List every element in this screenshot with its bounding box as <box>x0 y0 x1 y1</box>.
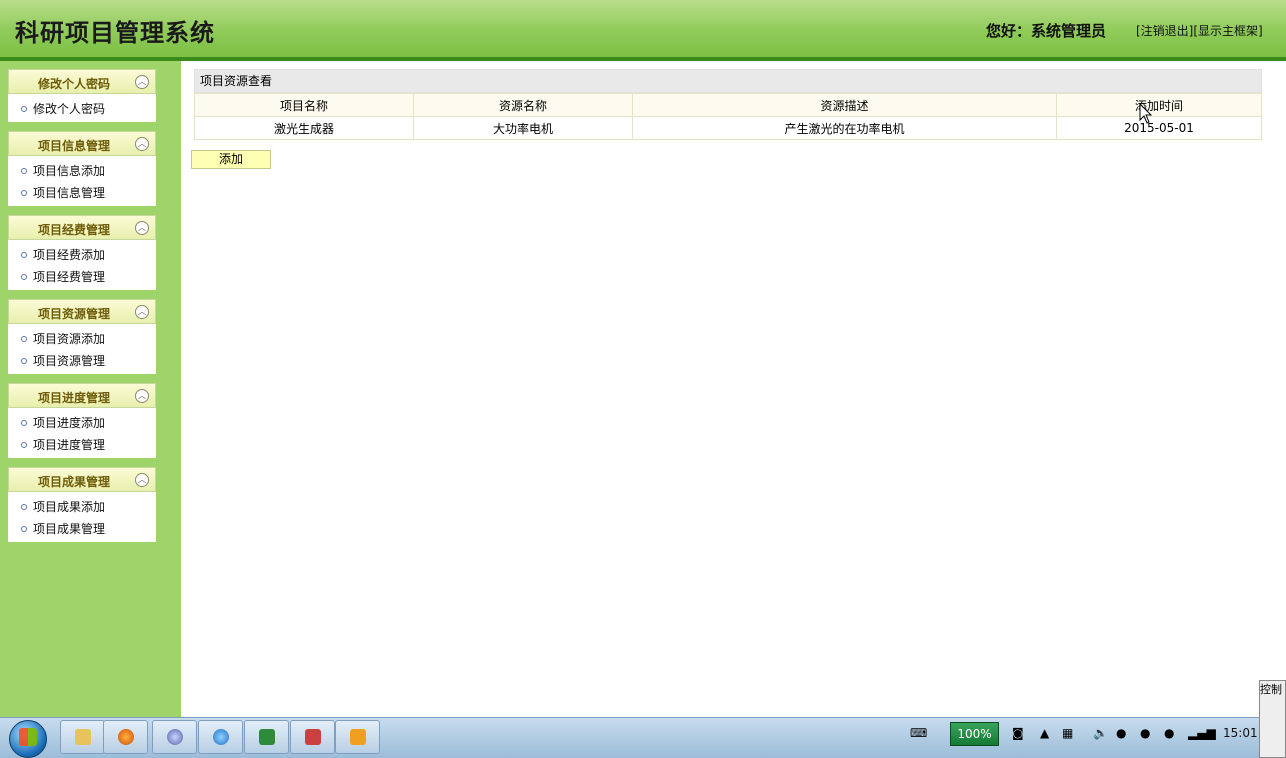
window-icon <box>350 729 366 745</box>
qq-icon[interactable]: ● <box>1116 726 1126 740</box>
collapse-icon[interactable]: ︿ <box>135 473 149 487</box>
start-button[interactable] <box>9 720 47 758</box>
control-popup[interactable]: 控制 <box>1259 680 1286 758</box>
qq-icon[interactable]: ● <box>1164 726 1174 740</box>
taskbar-ie[interactable] <box>198 720 243 754</box>
sidebar-item-funding-manage[interactable]: 项目经费管理 <box>8 266 156 288</box>
qq-icon[interactable]: ● <box>1140 726 1150 740</box>
bullet-icon <box>21 335 27 342</box>
panel-header[interactable]: 项目成果管理 ︿ <box>8 467 156 492</box>
taskbar-window[interactable] <box>335 720 380 754</box>
user-greeting: 您好：系统管理员 <box>986 22 1107 40</box>
panel-title: 修改个人密码 <box>37 77 110 91</box>
panel-title: 项目资源管理 <box>37 307 110 321</box>
table-cell: 大功率电机 <box>413 116 633 140</box>
battery-indicator[interactable]: 100% <box>950 722 999 746</box>
panel-header[interactable]: 修改个人密码 ︿ <box>8 69 156 94</box>
keyboard-icon[interactable]: ⌨ <box>910 726 927 740</box>
bullet-icon <box>21 273 27 280</box>
panel-title: 项目进度管理 <box>37 391 110 405</box>
collapse-icon[interactable]: ︿ <box>135 221 149 235</box>
app-title: 科研项目管理系统 <box>15 18 215 47</box>
sidebar-item-progress-manage[interactable]: 项目进度管理 <box>8 434 156 456</box>
panel-password: 修改个人密码 ︿ 修改个人密码 <box>8 69 156 122</box>
sidebar-item-change-password[interactable]: 修改个人密码 <box>8 98 156 120</box>
bullet-icon <box>21 441 27 448</box>
column-header: 资源描述 <box>632 93 1057 117</box>
main-content: 项目资源查看 项目名称 资源名称 资源描述 添加时间 激光生成器 大功率电机 产… <box>181 61 1286 717</box>
column-header: 项目名称 <box>194 93 414 117</box>
volume-icon[interactable]: 🔈 <box>1093 726 1108 740</box>
popup-label: 控制 <box>1260 683 1282 696</box>
header: 科研项目管理系统 您好：系统管理员 [注销退出][显示主框架] <box>0 0 1286 61</box>
bullet-icon <box>21 251 27 258</box>
ie-icon <box>213 729 229 745</box>
collapse-icon[interactable]: ︿ <box>135 305 149 319</box>
logout-link[interactable]: [注销退出] <box>1136 24 1193 38</box>
header-links: [注销退出][显示主框架] <box>1136 22 1263 39</box>
taskbar-app[interactable] <box>152 720 197 754</box>
bullet-icon <box>21 503 27 510</box>
resource-table: 项目名称 资源名称 资源描述 添加时间 激光生成器 大功率电机 产生激光的在功率… <box>194 93 1262 140</box>
sidebar-item-result-manage[interactable]: 项目成果管理 <box>8 518 156 540</box>
collapse-icon[interactable]: ︿ <box>135 389 149 403</box>
bullet-icon <box>21 419 27 426</box>
table-header-row: 项目名称 资源名称 资源描述 添加时间 <box>194 93 1262 117</box>
toolbox-icon <box>305 729 321 745</box>
panel-header[interactable]: 项目资源管理 ︿ <box>8 299 156 324</box>
bullet-icon <box>21 357 27 364</box>
sidebar-item-result-add[interactable]: 项目成果添加 <box>8 496 156 518</box>
panel-progress: 项目进度管理 ︿ 项目进度添加 项目进度管理 <box>8 383 156 458</box>
sidebar-item-project-manage[interactable]: 项目信息管理 <box>8 182 156 204</box>
resource-table-panel: 项目资源查看 项目名称 资源名称 资源描述 添加时间 激光生成器 大功率电机 产… <box>194 69 1262 140</box>
table-cell: 激光生成器 <box>194 116 414 140</box>
clock[interactable]: 15:01 <box>1223 726 1258 740</box>
bullet-icon <box>21 189 27 196</box>
sidebar-item-progress-add[interactable]: 项目进度添加 <box>8 412 156 434</box>
bullet-icon <box>21 105 27 112</box>
panel-project-info: 项目信息管理 ︿ 项目信息添加 项目信息管理 <box>8 131 156 206</box>
panel-funding: 项目经费管理 ︿ 项目经费添加 项目经费管理 <box>8 215 156 290</box>
sidebar: 修改个人密码 ︿ 修改个人密码 项目信息管理 ︿ 项目信息添加 项目信息管理 项… <box>0 61 181 717</box>
table-row: 激光生成器 大功率电机 产生激光的在功率电机 2015-05-01 <box>194 116 1262 140</box>
app-icon <box>167 729 183 745</box>
panel-title: 项目信息管理 <box>37 139 110 153</box>
sidebar-item-funding-add[interactable]: 项目经费添加 <box>8 244 156 266</box>
table-cell: 产生激光的在功率电机 <box>632 116 1057 140</box>
mouse-cursor-icon <box>1139 102 1153 124</box>
sidebar-item-resource-add[interactable]: 项目资源添加 <box>8 328 156 350</box>
collapse-icon[interactable]: ︿ <box>135 137 149 151</box>
panel-results: 项目成果管理 ︿ 项目成果添加 项目成果管理 <box>8 467 156 542</box>
sidebar-item-resource-manage[interactable]: 项目资源管理 <box>8 350 156 372</box>
panel-resources: 项目资源管理 ︿ 项目资源添加 项目资源管理 <box>8 299 156 374</box>
power-icon[interactable]: ◙ <box>1012 726 1024 740</box>
show-hidden-icons[interactable]: ▲ <box>1040 726 1049 740</box>
bullet-icon <box>21 525 27 532</box>
column-header: 资源名称 <box>413 93 633 117</box>
windows-logo-icon <box>19 728 37 746</box>
panel-title: 项目经费管理 <box>37 223 110 237</box>
taskbar-explorer[interactable] <box>60 720 105 754</box>
panel-header[interactable]: 项目经费管理 ︿ <box>8 215 156 240</box>
bullet-icon <box>21 167 27 174</box>
signal-icon[interactable]: ▂▄▆ <box>1188 726 1216 740</box>
taskbar-toolbox[interactable] <box>290 720 335 754</box>
panel-header[interactable]: 项目进度管理 ︿ <box>8 383 156 408</box>
panel-title: 项目成果管理 <box>37 475 110 489</box>
show-frame-link[interactable]: [显示主框架] <box>1193 24 1262 38</box>
panel-header[interactable]: 项目信息管理 ︿ <box>8 131 156 156</box>
add-button[interactable]: 添加 <box>191 150 271 169</box>
table-cell: 2015-05-01 <box>1056 116 1262 140</box>
collapse-icon[interactable]: ︿ <box>135 75 149 89</box>
table-title: 项目资源查看 <box>194 69 1262 93</box>
network-app-icon[interactable]: ▦ <box>1062 726 1073 740</box>
folder-icon <box>75 729 91 745</box>
taskbar-firefox[interactable] <box>103 720 148 754</box>
firefox-icon <box>118 729 134 745</box>
taskbar: ⌨ 100% ◙ ▲ ▦ 🔈 ● ● ● ▂▄▆ 15:01 <box>0 717 1286 758</box>
column-header: 添加时间 <box>1056 93 1262 117</box>
sidebar-item-project-add[interactable]: 项目信息添加 <box>8 160 156 182</box>
excel-icon <box>259 729 275 745</box>
taskbar-excel[interactable] <box>244 720 289 754</box>
